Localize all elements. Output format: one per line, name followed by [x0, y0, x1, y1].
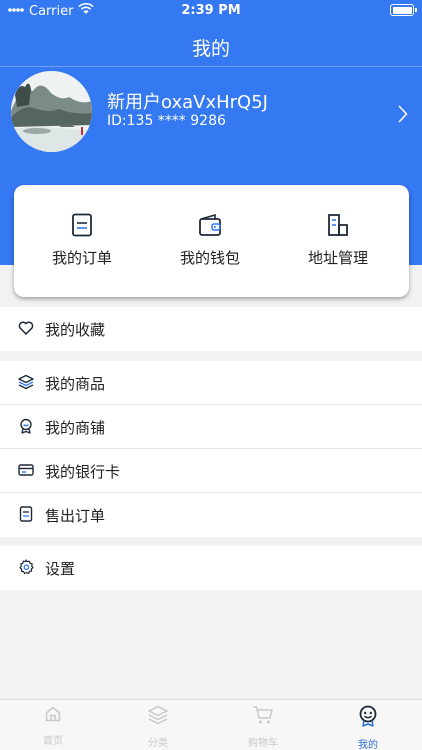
menu-item-label: 我的商铺 — [45, 419, 106, 437]
menu-item-sold-orders[interactable]: 售出订单 — [0, 493, 422, 537]
menu-item-shop[interactable]: 我的商铺 — [0, 405, 422, 449]
favorites-section: 我的收藏 — [0, 307, 422, 351]
menu-item-products[interactable]: 我的商品 — [0, 361, 422, 405]
battery-icon — [390, 4, 417, 16]
order-icon — [22, 213, 142, 241]
my-orders-label: 我的订单 — [51, 249, 112, 267]
my-wallet-label: 我的钱包 — [179, 249, 240, 267]
address-icon — [278, 213, 398, 241]
category-icon — [108, 705, 208, 729]
menu-item-label: 我的商品 — [45, 375, 106, 393]
settings-section: 设置 — [0, 546, 422, 590]
layers-icon — [18, 374, 34, 394]
menu-item-bank-card[interactable]: 我的银行卡 — [0, 449, 422, 493]
badge-icon — [18, 418, 34, 438]
gear-icon — [18, 559, 34, 579]
wallet-icon — [150, 213, 270, 241]
menu-item-label: 我的银行卡 — [45, 463, 121, 481]
tab-label: 分类 — [148, 738, 168, 749]
bank-card-icon — [18, 462, 34, 482]
page-title: 我的 — [191, 38, 230, 60]
tab-bar: 首页 分类 购物车 我的 — [0, 699, 422, 750]
tab-home[interactable]: 首页 — [3, 705, 103, 748]
home-icon — [3, 705, 103, 727]
tab-profile[interactable]: 我的 — [318, 705, 418, 750]
menu-item-favorites[interactable]: 我的收藏 — [0, 307, 422, 351]
store-section: 我的商品 我的商铺 我的银行卡 售出订单 — [0, 361, 422, 537]
address-management-label: 地址管理 — [307, 249, 368, 267]
profile-icon — [318, 705, 418, 731]
cart-icon — [213, 705, 313, 729]
status-time: 2:39 PM — [181, 3, 241, 18]
menu-item-label: 售出订单 — [45, 507, 106, 525]
chevron-right-icon[interactable] — [398, 105, 408, 127]
tab-label: 购物车 — [248, 738, 278, 749]
heart-icon — [18, 320, 34, 340]
tab-cart[interactable]: 购物车 — [213, 705, 313, 750]
menu-item-label: 我的收藏 — [45, 321, 106, 339]
tab-label: 我的 — [358, 740, 378, 750]
menu-item-label: 设置 — [45, 560, 76, 578]
profile-row[interactable]: 新用户oxaVxHrQ5J ID:135 **** 9286 — [0, 67, 422, 155]
quick-actions-card: 我的订单 我的钱包 地址管理 — [14, 185, 409, 297]
tab-category[interactable]: 分类 — [108, 705, 208, 750]
status-bar: Carrier 2:39 PM — [0, 0, 422, 22]
user-id: ID:135 **** 9286 — [107, 113, 226, 129]
menu-item-settings[interactable]: 设置 — [0, 546, 422, 590]
tab-label: 首页 — [43, 736, 63, 747]
receipt-icon — [18, 506, 34, 526]
username: 新用户oxaVxHrQ5J — [107, 92, 268, 113]
avatar[interactable] — [11, 71, 92, 152]
my-orders-button[interactable]: 我的订单 — [22, 213, 142, 268]
my-wallet-button[interactable]: 我的钱包 — [150, 213, 270, 268]
address-management-button[interactable]: 地址管理 — [278, 213, 398, 268]
